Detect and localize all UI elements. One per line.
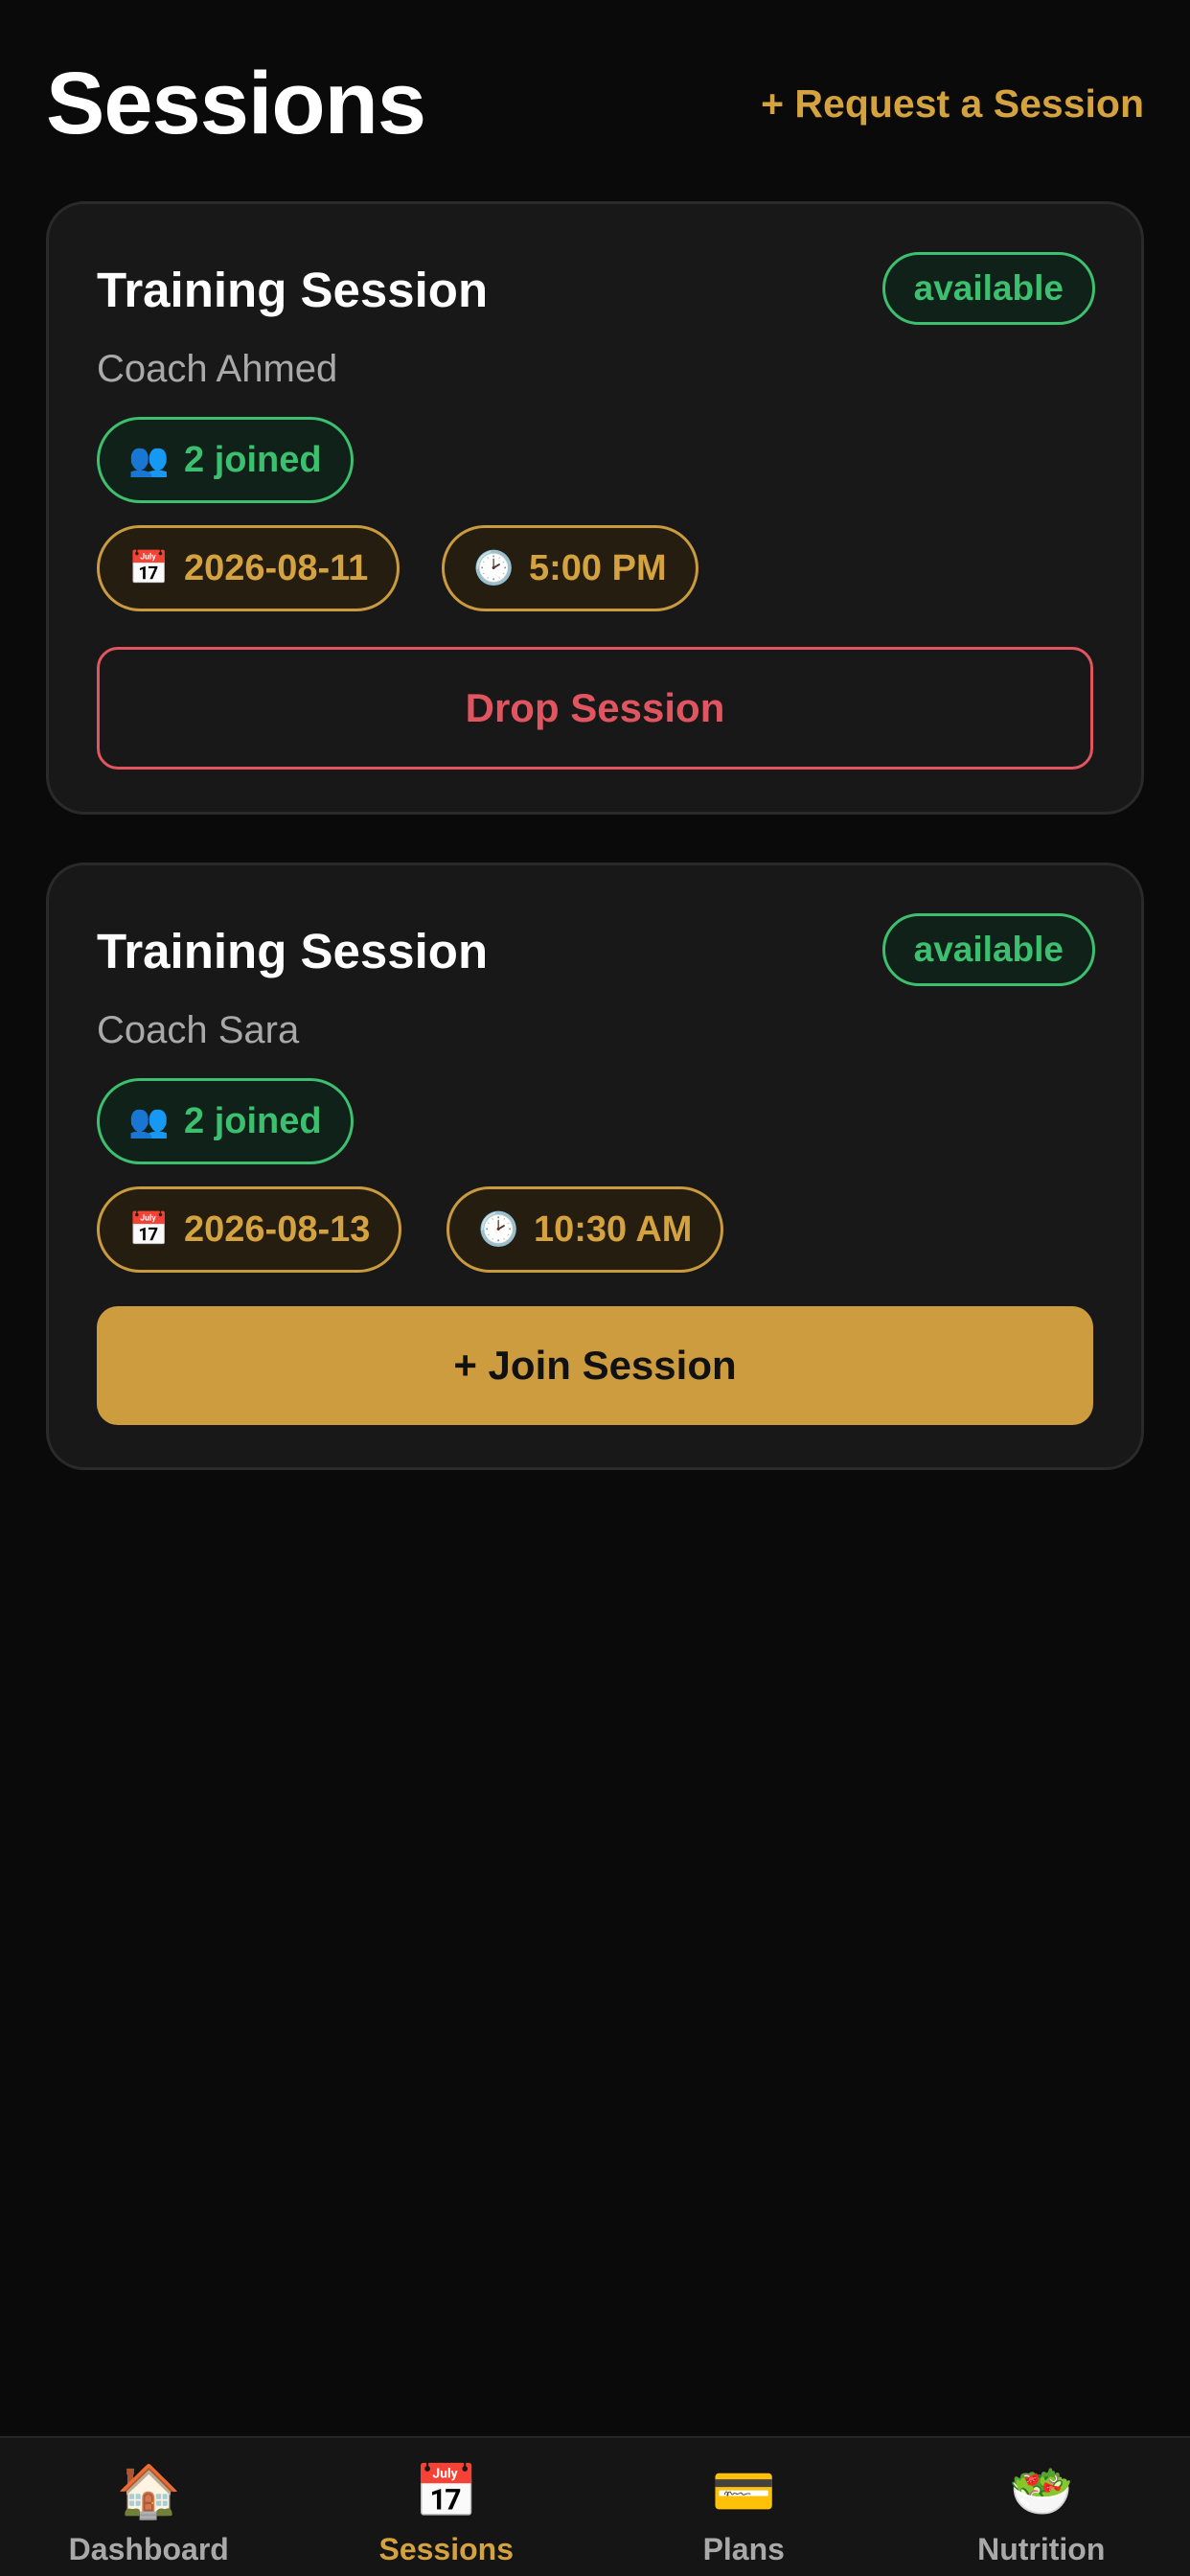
sessions-screen: Sessions + Request a Session Training Se… <box>0 0 1190 2576</box>
joined-count-pill: 👥 2 joined <box>97 1078 354 1164</box>
joined-count-label: 2 joined <box>184 1100 322 1141</box>
calendar-icon: 📅 <box>414 2463 479 2520</box>
calendar-icon: 📅 <box>128 550 170 586</box>
nav-item-nutrition[interactable]: 🥗 Nutrition <box>893 2438 1190 2576</box>
coach-name: Coach Sara <box>97 1009 300 1051</box>
session-card: Training Session available Coach Sara 👥 … <box>46 862 1144 1470</box>
session-title: Training Session <box>97 924 489 978</box>
time-pill: 🕑 10:30 AM <box>446 1186 724 1273</box>
bottom-nav: 🏠 Dashboard 📅 Sessions 💳 Plans 🥗 Nutriti… <box>0 2436 1190 2576</box>
calendar-icon: 📅 <box>128 1211 170 1248</box>
date-label: 2026-08-11 <box>184 547 369 588</box>
joined-count-pill: 👥 2 joined <box>97 417 354 503</box>
page-title: Sessions <box>46 54 426 152</box>
clock-icon: 🕑 <box>478 1211 519 1248</box>
date-label: 2026-08-13 <box>184 1208 371 1250</box>
nav-item-sessions[interactable]: 📅 Sessions <box>298 2438 596 2576</box>
people-icon: 👥 <box>128 442 170 478</box>
date-pill: 📅 2026-08-11 <box>97 525 400 611</box>
house-icon: 🏠 <box>116 2463 181 2520</box>
nav-label: Nutrition <box>977 2532 1106 2566</box>
card-icon: 💳 <box>711 2463 776 2520</box>
status-badge: available <box>881 252 1095 325</box>
nav-item-dashboard[interactable]: 🏠 Dashboard <box>0 2438 298 2576</box>
time-pill: 🕑 5:00 PM <box>442 525 698 611</box>
nav-label: Plans <box>702 2532 785 2566</box>
nav-item-plans[interactable]: 💳 Plans <box>595 2438 893 2576</box>
header: Sessions + Request a Session <box>46 48 1144 159</box>
request-session-link[interactable]: + Request a Session <box>761 81 1144 126</box>
status-badge: available <box>881 913 1095 986</box>
people-icon: 👥 <box>128 1103 170 1139</box>
time-label: 10:30 AM <box>534 1208 693 1250</box>
joined-count-label: 2 joined <box>184 439 322 480</box>
time-label: 5:00 PM <box>529 547 667 588</box>
nav-label: Dashboard <box>68 2532 229 2566</box>
coach-name: Coach Ahmed <box>97 348 338 390</box>
date-pill: 📅 2026-08-13 <box>97 1186 402 1273</box>
session-title: Training Session <box>97 263 489 317</box>
drop-session-button[interactable]: Drop Session <box>97 647 1093 770</box>
salad-icon: 🥗 <box>1009 2463 1074 2520</box>
join-session-button[interactable]: + Join Session <box>97 1306 1093 1425</box>
clock-icon: 🕑 <box>473 550 515 586</box>
nav-label: Sessions <box>378 2532 514 2566</box>
session-card: Training Session available Coach Ahmed 👥… <box>46 201 1144 815</box>
